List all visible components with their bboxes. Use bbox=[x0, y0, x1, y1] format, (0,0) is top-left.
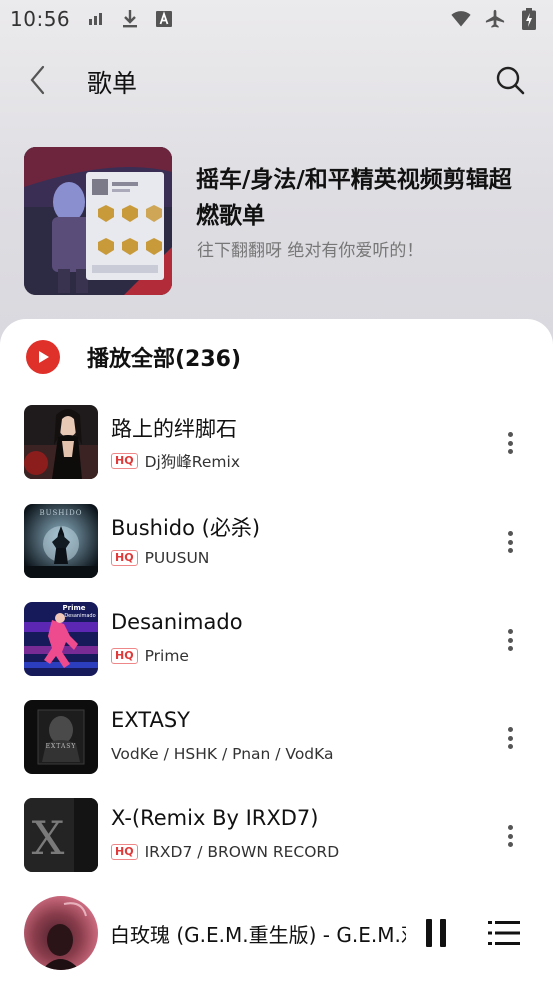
more-options-button[interactable] bbox=[500, 822, 520, 850]
a-font-icon bbox=[154, 9, 174, 29]
battery-icon bbox=[519, 8, 539, 30]
search-button[interactable] bbox=[494, 64, 526, 96]
song-title: Desanimado bbox=[111, 610, 243, 634]
airplane-icon bbox=[485, 9, 505, 29]
status-bar: 10:56 bbox=[0, 0, 553, 38]
status-time: 10:56 bbox=[10, 7, 71, 31]
more-vertical-icon bbox=[507, 531, 513, 536]
song-meta: HQ Dj狗峰Remix bbox=[111, 450, 240, 472]
more-options-button[interactable] bbox=[500, 429, 520, 457]
album-art: BUSHIDO bbox=[24, 504, 98, 578]
song-row[interactable]: BUSHIDO Bushido (必杀) HQ PUUSUN bbox=[0, 504, 553, 594]
song-title: 路上的绊脚石 bbox=[111, 417, 237, 441]
song-title: Bushido (必杀) bbox=[111, 516, 261, 540]
now-playing-title: 白玫瑰 (G.E.M.重生版) - G.E.M.邓紫棋 bbox=[110, 923, 406, 947]
song-meta: HQ IRXD7 / BROWN RECORD bbox=[111, 843, 339, 861]
album-art-label: Prime bbox=[62, 604, 85, 612]
song-row[interactable]: 路上的绊脚石 HQ Dj狗峰Remix bbox=[0, 405, 553, 495]
song-row[interactable]: Prime Desanimado Desanimado HQ Prime bbox=[0, 602, 553, 692]
more-vertical-icon bbox=[507, 825, 513, 830]
song-row[interactable]: EXTASY EXTASY VodKe / HSHK / Pnan / VodK… bbox=[0, 700, 553, 790]
play-circle-icon bbox=[26, 340, 60, 374]
wifi-icon bbox=[451, 9, 471, 29]
hq-badge: HQ bbox=[111, 648, 138, 664]
page-title: 歌单 bbox=[87, 69, 138, 98]
playlist-queue-icon bbox=[488, 921, 520, 945]
hq-badge: HQ bbox=[111, 550, 138, 566]
album-art-label: X bbox=[32, 811, 65, 865]
pause-icon bbox=[426, 919, 432, 947]
now-playing-art[interactable] bbox=[24, 896, 98, 970]
album-art-label: Desanimado bbox=[64, 613, 95, 619]
song-artist: Dj狗峰Remix bbox=[144, 453, 240, 471]
pause-button[interactable] bbox=[426, 919, 446, 947]
playlist-description: 往下翻翻呀 绝对有你爱听的！ bbox=[197, 241, 424, 261]
album-art: EXTASY bbox=[24, 700, 98, 774]
album-art-label: BUSHIDO bbox=[39, 509, 82, 517]
search-icon bbox=[496, 66, 525, 95]
more-vertical-icon bbox=[507, 727, 513, 732]
song-title: X-(Remix By IRXD7) bbox=[111, 806, 319, 830]
album-art: X bbox=[24, 798, 98, 872]
album-art bbox=[24, 405, 98, 479]
album-art-label: EXTASY bbox=[46, 743, 77, 750]
playlist-cover[interactable] bbox=[24, 147, 172, 295]
song-meta: VodKe / HSHK / Pnan / VodKa bbox=[111, 745, 334, 763]
back-button[interactable] bbox=[26, 64, 54, 96]
album-art: Prime Desanimado bbox=[24, 602, 98, 676]
hq-badge: HQ bbox=[111, 844, 138, 860]
playlist-queue-button[interactable] bbox=[488, 920, 520, 946]
play-all-label: 播放全部(236) bbox=[87, 347, 242, 372]
chevron-left-icon bbox=[30, 65, 45, 95]
more-vertical-icon bbox=[507, 629, 513, 634]
song-artist: Prime bbox=[144, 647, 189, 665]
more-options-button[interactable] bbox=[500, 528, 520, 556]
song-artist: PUUSUN bbox=[144, 549, 210, 567]
playlist-title: 摇车/身法/和平精英视频剪辑超燃歌单 bbox=[196, 167, 512, 229]
song-meta: HQ PUUSUN bbox=[111, 549, 209, 567]
signal-bars-icon bbox=[86, 9, 106, 29]
song-title: EXTASY bbox=[111, 708, 191, 732]
song-meta: HQ Prime bbox=[111, 647, 189, 665]
song-artist: IRXD7 / BROWN RECORD bbox=[144, 843, 340, 861]
more-vertical-icon bbox=[507, 432, 513, 437]
download-icon bbox=[120, 9, 140, 29]
song-artist: VodKe / HSHK / Pnan / VodKa bbox=[111, 745, 334, 763]
play-all-button[interactable]: 播放全部(236) bbox=[26, 338, 241, 376]
more-options-button[interactable] bbox=[500, 724, 520, 752]
mini-player[interactable]: 白玫瑰 (G.E.M.重生版) - G.E.M.邓紫棋 bbox=[0, 895, 553, 983]
more-options-button[interactable] bbox=[500, 626, 520, 654]
now-playing-title-wrap[interactable]: 白玫瑰 (G.E.M.重生版) - G.E.M.邓紫棋 bbox=[110, 919, 406, 948]
hq-badge: HQ bbox=[111, 453, 138, 469]
song-row[interactable]: X X-(Remix By IRXD7) HQ IRXD7 / BROWN RE… bbox=[0, 798, 553, 888]
